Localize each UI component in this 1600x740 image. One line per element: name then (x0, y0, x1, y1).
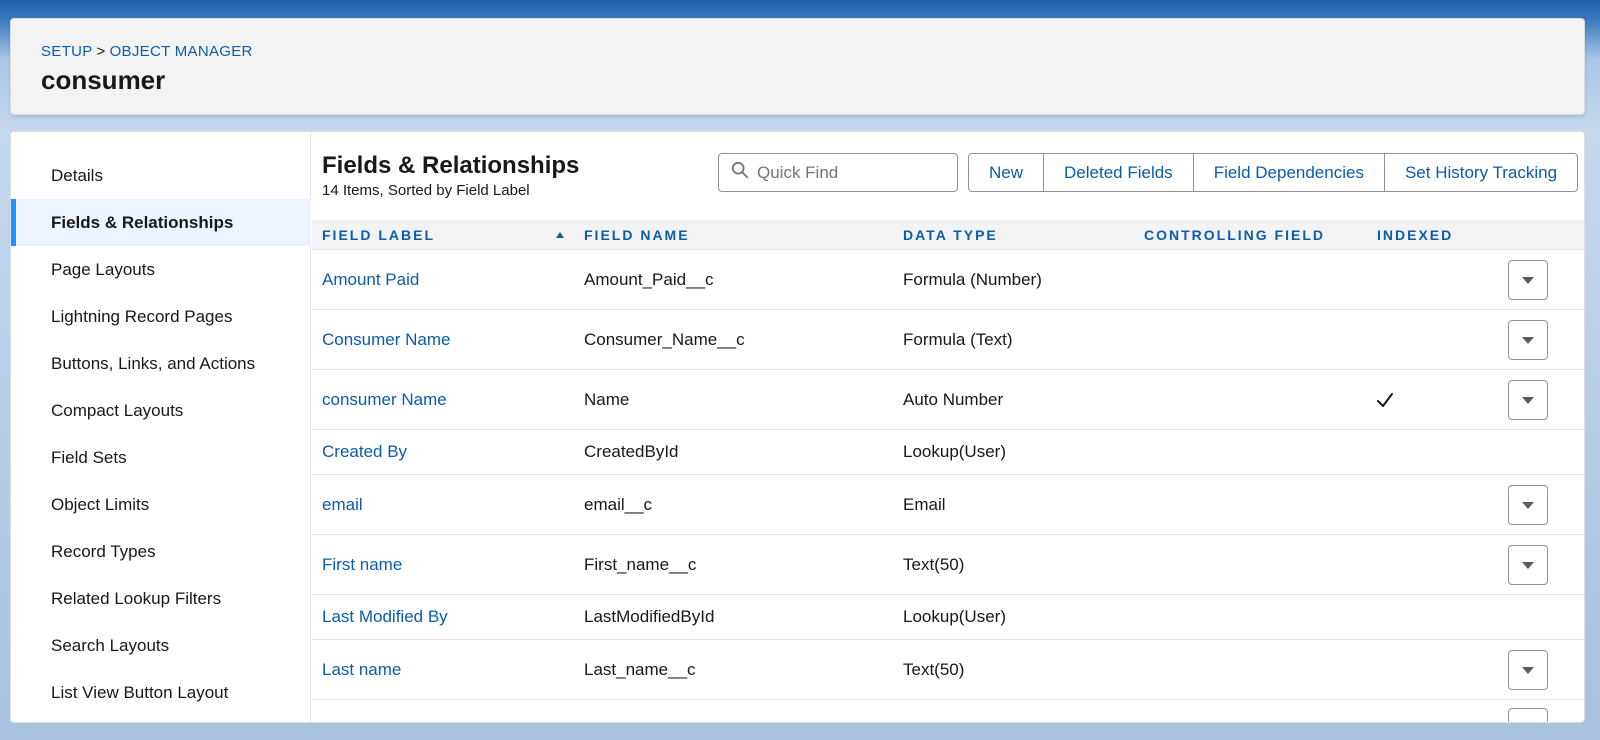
page-header: SETUP > OBJECT MANAGER consumer (10, 18, 1585, 115)
sidebar-item[interactable]: Field Sets (11, 434, 311, 481)
field-name-cell: Amount_Paid__c (584, 269, 714, 289)
table-row: email email__c Email (312, 475, 1584, 535)
sidebar-item[interactable]: Related Lookup Filters (11, 575, 311, 622)
column-header-field-label[interactable]: FIELD LABEL (322, 220, 564, 250)
table-body: Amount Paid Amount_Paid__c Formula (Number… (312, 250, 1584, 722)
row-actions-button[interactable] (1508, 485, 1548, 525)
column-header-indexed[interactable]: INDEXED (1377, 220, 1453, 250)
field-label-link[interactable]: Last name (322, 640, 401, 699)
data-type-cell: Formula (Number) (903, 269, 1042, 289)
field-name-cell: Consumer_Name__c (584, 329, 745, 349)
table-row: Last name Last_name__c Text(50) (312, 640, 1584, 700)
page-title: consumer (41, 65, 166, 95)
table-header: FIELD LABEL FIELD NAME DATA TYPE CONTROL… (312, 220, 1584, 250)
search-icon (731, 161, 749, 184)
data-type-cell: Email (903, 494, 946, 514)
breadcrumb-object-manager[interactable]: OBJECT MANAGER (110, 43, 253, 60)
chevron-down-icon (1522, 667, 1534, 674)
data-type-cell: Text(50) (903, 554, 965, 574)
new-button[interactable]: New (969, 154, 1045, 191)
table-row: Consumer Name Consumer_Name__c Formula (Te… (312, 310, 1584, 370)
field-name-cell: CreatedById (584, 442, 679, 461)
field-name-cell: Name (584, 389, 630, 409)
sidebar-item[interactable]: Lightning Record Pages (11, 293, 311, 340)
section-subtitle: 14 Items, Sorted by Field Label (322, 182, 530, 199)
row-actions-button[interactable] (1508, 545, 1548, 585)
set-history-tracking-button[interactable]: Set History Tracking (1385, 154, 1577, 191)
field-name-cell: First_name__c (584, 554, 697, 574)
row-actions-button[interactable] (1508, 380, 1548, 420)
column-header-data-type[interactable]: DATA TYPE (903, 220, 998, 250)
sidebar-item[interactable]: List View Button Layout (11, 669, 311, 716)
table-row (312, 700, 1584, 722)
field-label-link[interactable]: Created By (322, 430, 407, 474)
row-actions-button[interactable] (1508, 320, 1548, 360)
field-label-link[interactable]: Amount Paid (322, 250, 419, 309)
search-input[interactable] (757, 162, 947, 183)
table-row: Amount Paid Amount_Paid__c Formula (Number… (312, 250, 1584, 310)
field-label-link[interactable]: First name (322, 535, 402, 594)
data-type-cell: Lookup(User) (903, 607, 1006, 626)
field-label-link[interactable]: consumer Name (322, 370, 447, 429)
check-icon (1377, 392, 1393, 407)
table-row: First name First_name__c Text(50) (312, 535, 1584, 595)
table-row: consumer Name Name Auto Number (312, 370, 1584, 430)
breadcrumb-setup[interactable]: SETUP (41, 43, 93, 60)
section-title: Fields & Relationships (322, 152, 580, 179)
field-label-link[interactable]: Consumer Name (322, 310, 451, 369)
deleted-fields-button[interactable]: Deleted Fields (1044, 154, 1194, 191)
indexed-cell (1375, 370, 1395, 429)
chevron-down-icon (1522, 502, 1534, 509)
row-actions-button[interactable] (1508, 260, 1548, 300)
chevron-down-icon (1522, 562, 1534, 569)
quick-find-search[interactable] (718, 153, 958, 192)
chevron-down-icon (1522, 337, 1534, 344)
field-name-cell: Last_name__c (584, 659, 696, 679)
content-panel: Fields & Relationships 14 Items, Sorted … (312, 132, 1584, 722)
field-dependencies-button[interactable]: Field Dependencies (1194, 154, 1385, 191)
data-type-cell: Lookup(User) (903, 442, 1006, 461)
sidebar-item[interactable]: Compact Layouts (11, 387, 311, 434)
sidebar-item[interactable]: Object Limits (11, 481, 311, 528)
sidebar-item[interactable]: Details (11, 152, 311, 199)
column-header-field-label-text: FIELD LABEL (322, 227, 435, 243)
row-actions-button[interactable] (1508, 708, 1548, 722)
sidebar-item[interactable]: Buttons, Links, and Actions (11, 340, 311, 387)
chevron-down-icon (1522, 277, 1534, 284)
breadcrumb-separator: > (96, 43, 106, 60)
field-name-cell: email__c (584, 494, 653, 514)
toolbar-button-group: New Deleted Fields Field Dependencies Se… (968, 153, 1579, 192)
data-type-cell: Text(50) (903, 659, 965, 679)
chevron-down-icon (1522, 397, 1534, 404)
sidebar: Details Fields & Relationships Page Layout… (11, 132, 311, 722)
table-row: Last Modified By LastModifiedById Lookup(U… (312, 595, 1584, 640)
sidebar-item[interactable]: Search Layouts (11, 622, 311, 669)
sidebar-item[interactable]: Page Layouts (11, 246, 311, 293)
sidebar-list: Details Fields & Relationships Page Layout… (11, 152, 311, 716)
field-label-link[interactable]: email (322, 475, 363, 534)
sort-ascending-icon (556, 232, 564, 238)
sidebar-item[interactable]: Record Types (11, 528, 311, 575)
row-actions-button[interactable] (1508, 650, 1548, 690)
column-header-controlling-field[interactable]: CONTROLLING FIELD (1144, 220, 1325, 250)
table-row: Created By CreatedById Lookup(User) (312, 430, 1584, 475)
field-label-link[interactable]: Last Modified By (322, 595, 448, 639)
data-type-cell: Formula (Text) (903, 329, 1013, 349)
breadcrumb: SETUP > OBJECT MANAGER (41, 43, 253, 60)
field-name-cell: LastModifiedById (584, 607, 715, 626)
sidebar-item[interactable]: Fields & Relationships (11, 199, 311, 246)
main-card: Details Fields & Relationships Page Layout… (10, 131, 1585, 723)
column-header-field-name[interactable]: FIELD NAME (584, 220, 690, 250)
data-type-cell: Auto Number (903, 389, 1004, 409)
